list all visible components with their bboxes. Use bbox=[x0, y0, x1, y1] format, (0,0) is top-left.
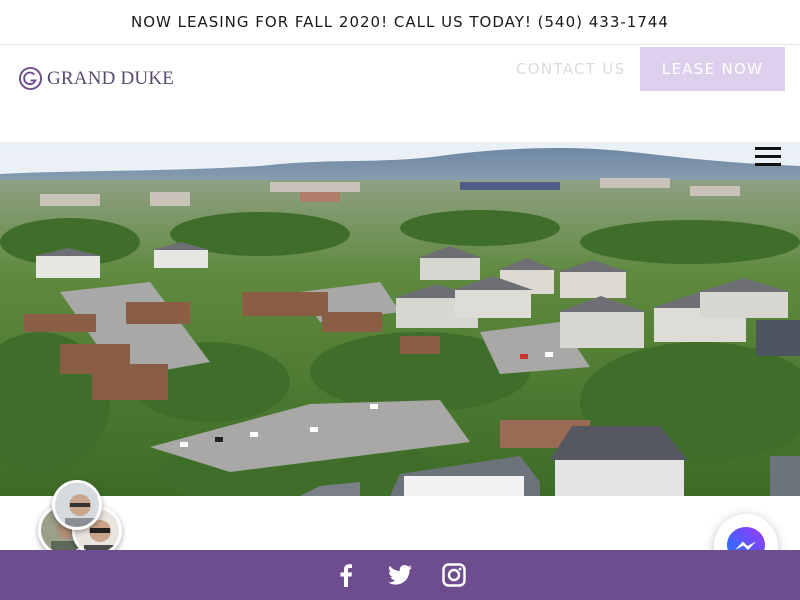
hero-image bbox=[0, 142, 800, 496]
facebook-icon[interactable] bbox=[334, 563, 358, 587]
site-header: GRAND DUKE CONTACT US LEASE NOW bbox=[0, 46, 800, 142]
logo[interactable]: GRAND DUKE bbox=[18, 66, 174, 91]
logo-text: GRAND DUKE bbox=[47, 67, 175, 89]
hamburger-icon[interactable] bbox=[752, 142, 784, 172]
aerial-campus-photo bbox=[0, 142, 800, 496]
chat-agents-widget[interactable] bbox=[38, 478, 124, 558]
announcement-bar: NOW LEASING FOR FALL 2020! CALL US TODAY… bbox=[0, 0, 800, 45]
announcement-link[interactable]: NOW LEASING FOR FALL 2020! CALL US TODAY… bbox=[131, 13, 669, 31]
logo-mark-icon bbox=[18, 66, 43, 91]
agent-avatar[interactable] bbox=[52, 480, 102, 530]
site-footer bbox=[0, 550, 800, 600]
instagram-icon[interactable] bbox=[442, 563, 466, 587]
contact-us-link[interactable]: CONTACT US bbox=[516, 60, 625, 78]
twitter-icon[interactable] bbox=[388, 563, 412, 587]
lease-now-button[interactable]: LEASE NOW bbox=[640, 47, 785, 91]
